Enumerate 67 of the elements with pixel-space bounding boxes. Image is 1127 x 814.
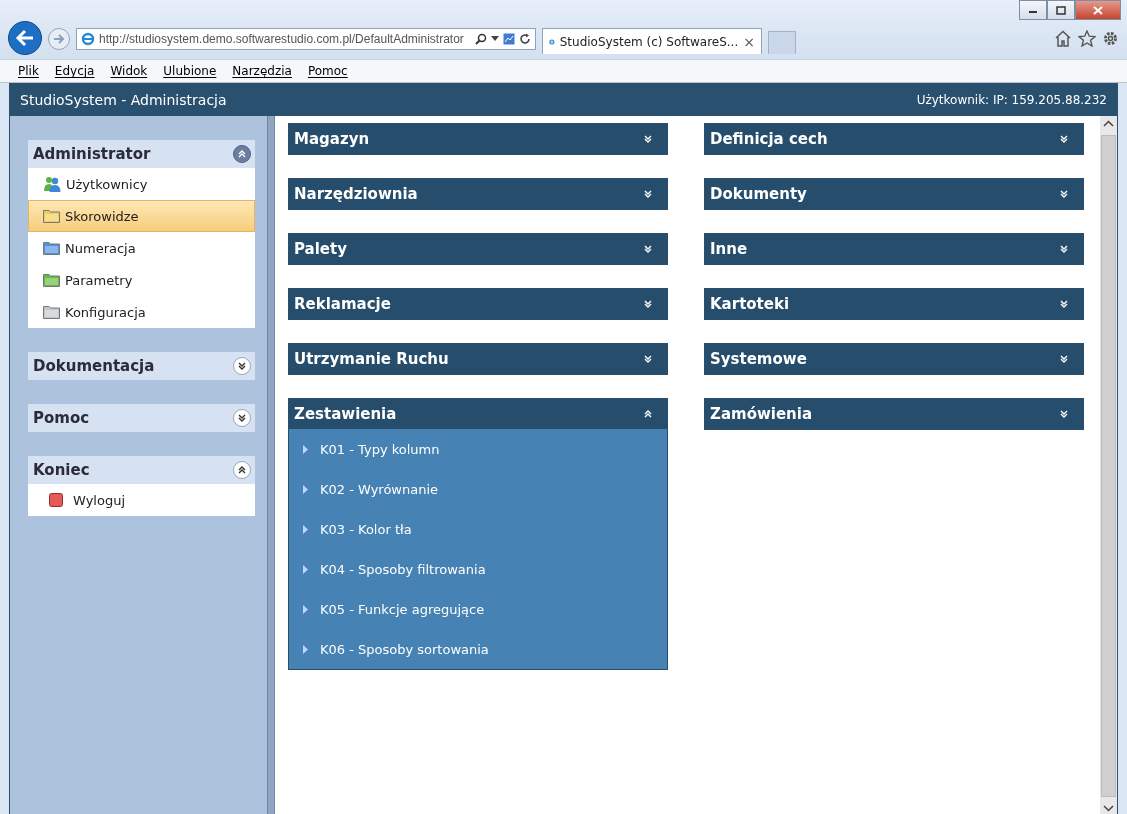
triangle-icon [303, 484, 308, 494]
collapse-toggle-icon[interactable] [233, 357, 251, 375]
menu-item[interactable]: Widok [102, 62, 156, 80]
browser-tab[interactable]: StudioSystem (c) SoftwareS... × [542, 28, 762, 54]
panel-header[interactable]: Narzędziownia [289, 179, 667, 209]
forward-arrow-icon [53, 33, 65, 45]
report-link[interactable]: K03 - Kolor tła [303, 509, 667, 549]
collapse-toggle-icon[interactable] [233, 461, 251, 479]
menu-item[interactable]: Plik [10, 62, 47, 80]
triangle-icon [303, 564, 308, 574]
panel-header[interactable]: Palety [289, 234, 667, 264]
user-info: Użytkownik: IP: 159.205.88.232 [916, 93, 1107, 107]
panel-header[interactable]: Zestawienia [289, 399, 667, 429]
menu-item[interactable]: Ulubione [155, 62, 225, 80]
back-button[interactable] [8, 21, 42, 55]
sidebar-item[interactable]: Numeracja [28, 232, 255, 264]
address-field[interactable]: http://studiosystem.demo.softwarestudio.com.pl/DefaultAdministrator [76, 28, 536, 50]
users-icon [43, 176, 61, 192]
close-button[interactable] [1075, 0, 1121, 20]
report-link[interactable]: K01 - Typy kolumn [303, 429, 667, 469]
star-icon[interactable] [1078, 30, 1096, 47]
panel-header[interactable]: Systemowe [705, 344, 1083, 374]
sidebar-item[interactable]: Skorowidze [28, 200, 255, 232]
panel-header[interactable]: Utrzymanie Ruchu [289, 344, 667, 374]
sidebar-item[interactable]: Wyloguj [28, 484, 255, 516]
search-icon[interactable] [475, 33, 487, 45]
scrollbar[interactable] [1100, 116, 1117, 814]
panel-header[interactable]: Inne [705, 234, 1083, 264]
panel-header[interactable]: Dokumenty [705, 179, 1083, 209]
close-icon [1093, 5, 1103, 15]
collapse-toggle-icon[interactable] [233, 409, 251, 427]
report-link[interactable]: K05 - Funkcje agregujące [303, 589, 667, 629]
back-arrow-icon [15, 29, 35, 47]
panel-header[interactable]: Reklamacje [289, 289, 667, 319]
home-icon[interactable] [1054, 30, 1072, 47]
maximize-button[interactable] [1047, 0, 1075, 20]
sidebar-item[interactable]: Konfiguracja [28, 296, 255, 328]
caret-icon[interactable] [491, 36, 499, 42]
triangle-icon [303, 444, 308, 454]
minimize-button[interactable] [1019, 0, 1047, 20]
sidebar-item[interactable]: Parametry [28, 264, 255, 296]
tab-close-button[interactable]: × [743, 33, 755, 50]
panel-header[interactable]: Zamówienia [705, 399, 1083, 429]
sidebar-panel-header[interactable]: Administrator [28, 140, 255, 168]
sidebar-panel-header[interactable]: Koniec [28, 456, 255, 484]
panel-header[interactable]: Magazyn [289, 124, 667, 154]
refresh-icon[interactable] [519, 33, 531, 45]
report-link[interactable]: K02 - Wyrównanie [303, 469, 667, 509]
menu-item[interactable]: Pomoc [299, 62, 356, 80]
logout-square-icon [49, 493, 63, 507]
triangle-icon [303, 604, 308, 614]
panel-header[interactable]: Kartoteki [705, 289, 1083, 319]
collapse-toggle-icon[interactable] [233, 145, 251, 163]
triangle-icon [303, 644, 308, 654]
app-title: StudioSystem - Administracja [20, 92, 227, 108]
sidebar-panel-header[interactable]: Pomoc [28, 404, 255, 432]
settings-icon[interactable] [1102, 30, 1119, 47]
sidebar-panel-header[interactable]: Dokumentacja [28, 352, 255, 380]
compatibility-icon[interactable] [503, 33, 515, 45]
triangle-icon [303, 524, 308, 534]
maximize-icon [1056, 5, 1066, 15]
panel-header[interactable]: Definicja cech [705, 124, 1083, 154]
report-link[interactable]: K06 - Sposoby sortowania [303, 629, 667, 669]
report-link[interactable]: K04 - Sposoby filtrowania [303, 549, 667, 589]
sidebar-item[interactable]: Użytkownicy [28, 168, 255, 200]
menu-item[interactable]: Edycja [46, 62, 103, 80]
menu-item[interactable]: Narzędzia [224, 62, 300, 80]
